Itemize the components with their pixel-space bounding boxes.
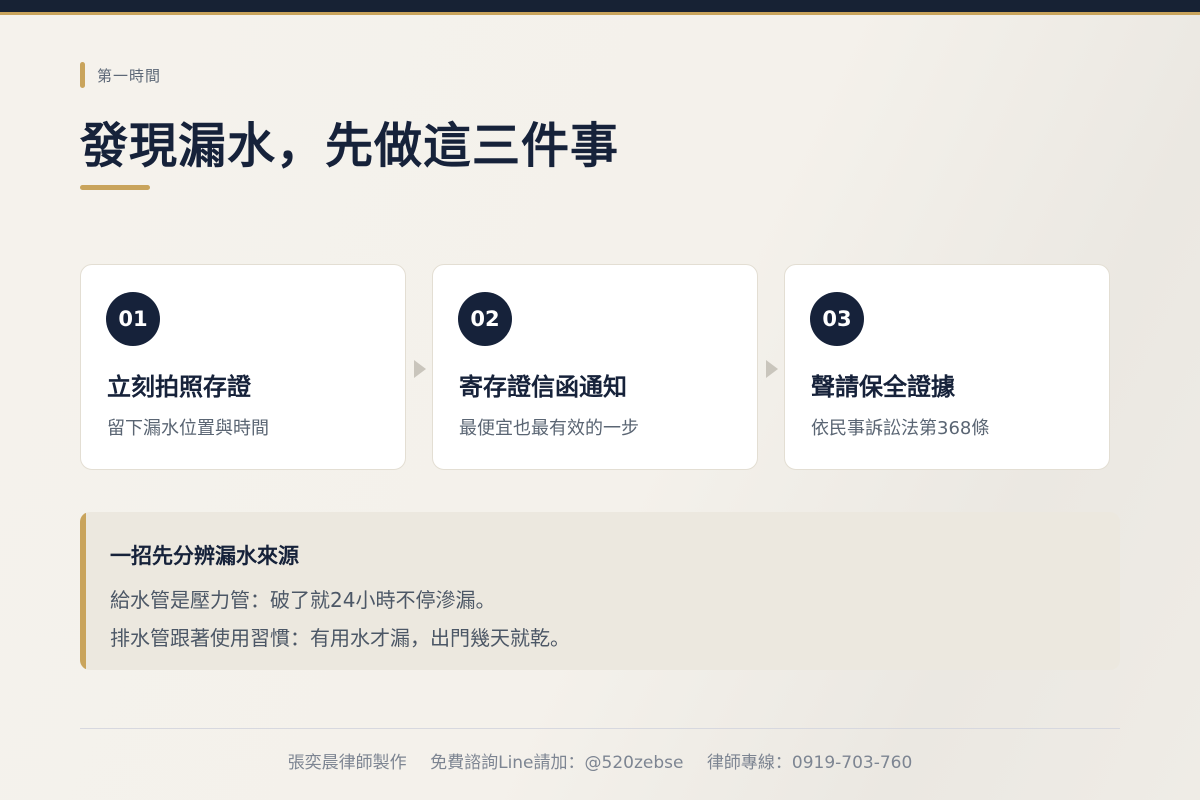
footer-divider	[80, 728, 1120, 729]
tip-callout: 一招先分辨漏水來源 給水管是壓力管：破了就24小時不停滲漏。 排水管跟著使用習慣…	[80, 512, 1120, 670]
step-title: 寄存證信函通知	[459, 373, 627, 401]
tip-heading: 一招先分辨漏水來源	[110, 544, 299, 568]
step-description: 最便宜也最有效的一步	[459, 418, 639, 439]
section-eyebrow: 第一時間	[80, 62, 161, 88]
tip-line: 給水管是壓力管：破了就24小時不停滲漏。	[110, 588, 496, 612]
step-number-badge: 03	[810, 292, 864, 346]
step-title: 聲請保全證據	[811, 373, 955, 401]
step-description: 留下漏水位置與時間	[107, 418, 269, 439]
footer: 張奕晨律師製作 免費諮詢Line請加：@520zebse 律師專線：0919-7…	[80, 748, 1120, 773]
step-card-1: 01 立刻拍照存證 留下漏水位置與時間	[80, 264, 406, 470]
tip-accent-bar	[80, 512, 86, 670]
step-card-3: 03 聲請保全證據 依民事訴訟法第368條	[784, 264, 1110, 470]
step-card-2: 02 寄存證信函通知 最便宜也最有效的一步	[432, 264, 758, 470]
eyebrow-label: 第一時間	[97, 66, 162, 85]
eyebrow-accent-mark	[80, 62, 85, 88]
top-accent-bar	[0, 0, 1200, 15]
title-underline	[80, 185, 150, 190]
step-arrow-icon	[766, 360, 778, 378]
footer-author: 張奕晨律師製作	[287, 753, 407, 773]
step-title: 立刻拍照存證	[107, 373, 251, 401]
step-number-badge: 02	[458, 292, 512, 346]
page-title: 發現漏水，先做這三件事	[80, 118, 620, 174]
footer-phone: 律師專線：0919-703-760	[706, 753, 913, 773]
footer-line-contact: 免費諮詢Line請加：@520zebse	[430, 753, 684, 773]
tip-line: 排水管跟著使用習慣：有用水才漏，出門幾天就乾。	[110, 626, 570, 650]
step-arrow-icon	[414, 360, 426, 378]
step-number-badge: 01	[106, 292, 160, 346]
step-description: 依民事訴訟法第368條	[811, 418, 990, 439]
